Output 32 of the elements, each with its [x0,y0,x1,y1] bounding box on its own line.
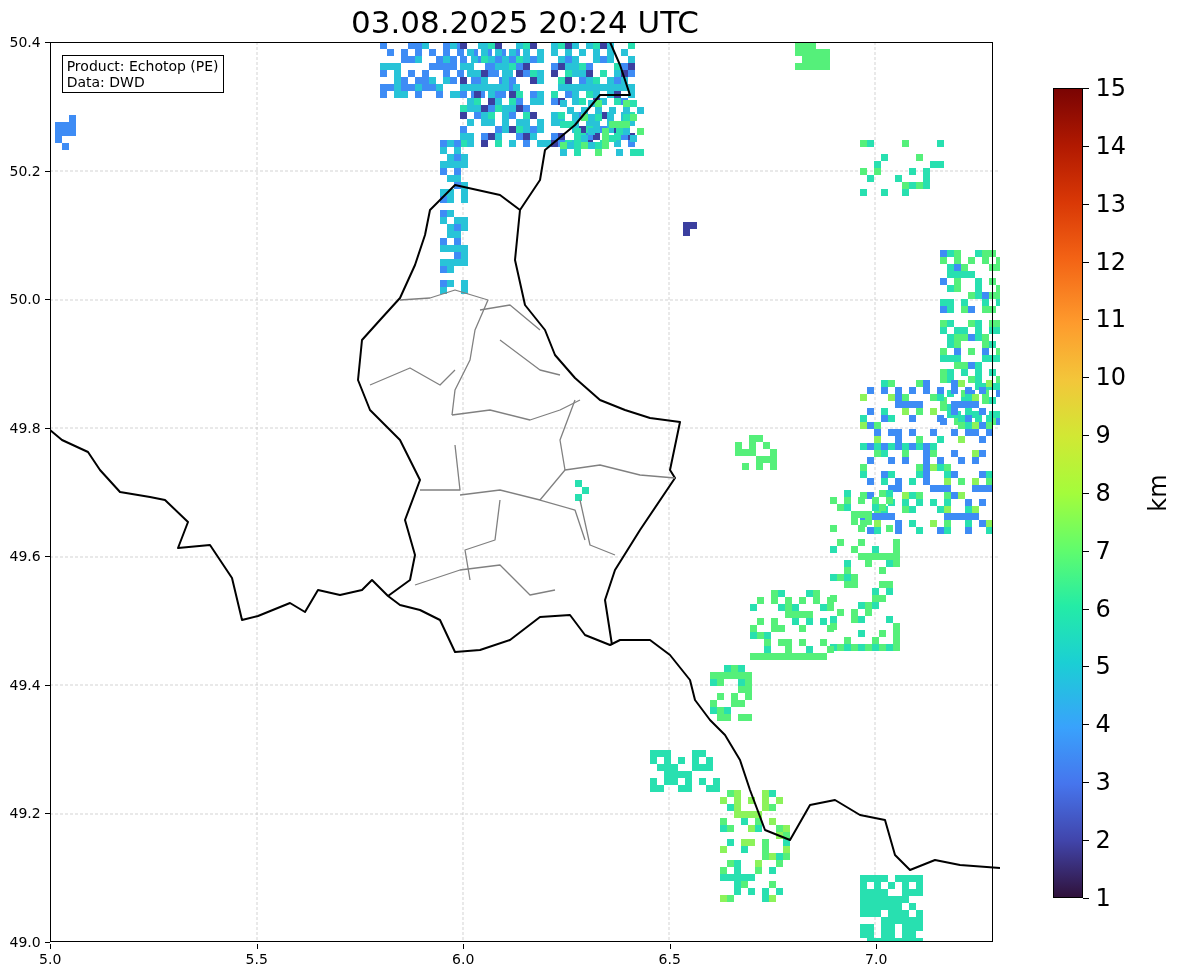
axis-tick-label: 49.4 [9,675,50,694]
legend-text: Product: Echotop (PE) [66,58,219,74]
axis-tick-label: 50.4 [9,33,50,51]
colorbar-tick-label: 4 [1083,710,1111,739]
colorbar-tick-label: 2 [1083,825,1111,854]
colorbar-label: km [1144,474,1172,512]
chart-title: 03.08.2025 20:24 UTC [351,3,699,42]
colorbar-tick-label: 10 [1083,363,1126,392]
axis-tick-label: 49.8 [9,418,50,437]
colorbar-tick-label: 13 [1083,189,1126,218]
axis-tick-label: 5.5 [245,950,268,968]
axis-tick-label: 49.0 [9,932,50,951]
colorbar-tick-label: 11 [1083,305,1126,334]
axis-tick-label: 5.0 [39,950,62,968]
colorbar-tick-label: 15 [1083,74,1126,102]
legend-text: Data: DWD [66,74,146,90]
colorbar-tick-label: 8 [1083,478,1111,507]
axis-tick-label: 49.2 [9,804,50,823]
colorbar-tick-label: 6 [1083,594,1111,623]
axis-tick-label: 50.0 [9,290,50,309]
colorbar-tick-label: 3 [1083,768,1111,797]
colorbar-tick-label: 7 [1083,536,1111,565]
axis-tick-label: 6.0 [452,950,475,968]
axis-tick-label: 50.2 [9,161,50,180]
axis-tick-label: 6.5 [658,950,681,968]
colorbar-tick-label: 5 [1083,652,1111,681]
colorbar-tick-label: 9 [1083,421,1111,450]
colorbar-tick-label: 14 [1083,131,1126,160]
colorbar-tick-label: 1 [1083,883,1111,912]
colorbar-tick-label: 12 [1083,247,1126,276]
axis-tick-label: 7.0 [865,950,888,968]
axis-tick-label: 49.6 [9,547,50,566]
